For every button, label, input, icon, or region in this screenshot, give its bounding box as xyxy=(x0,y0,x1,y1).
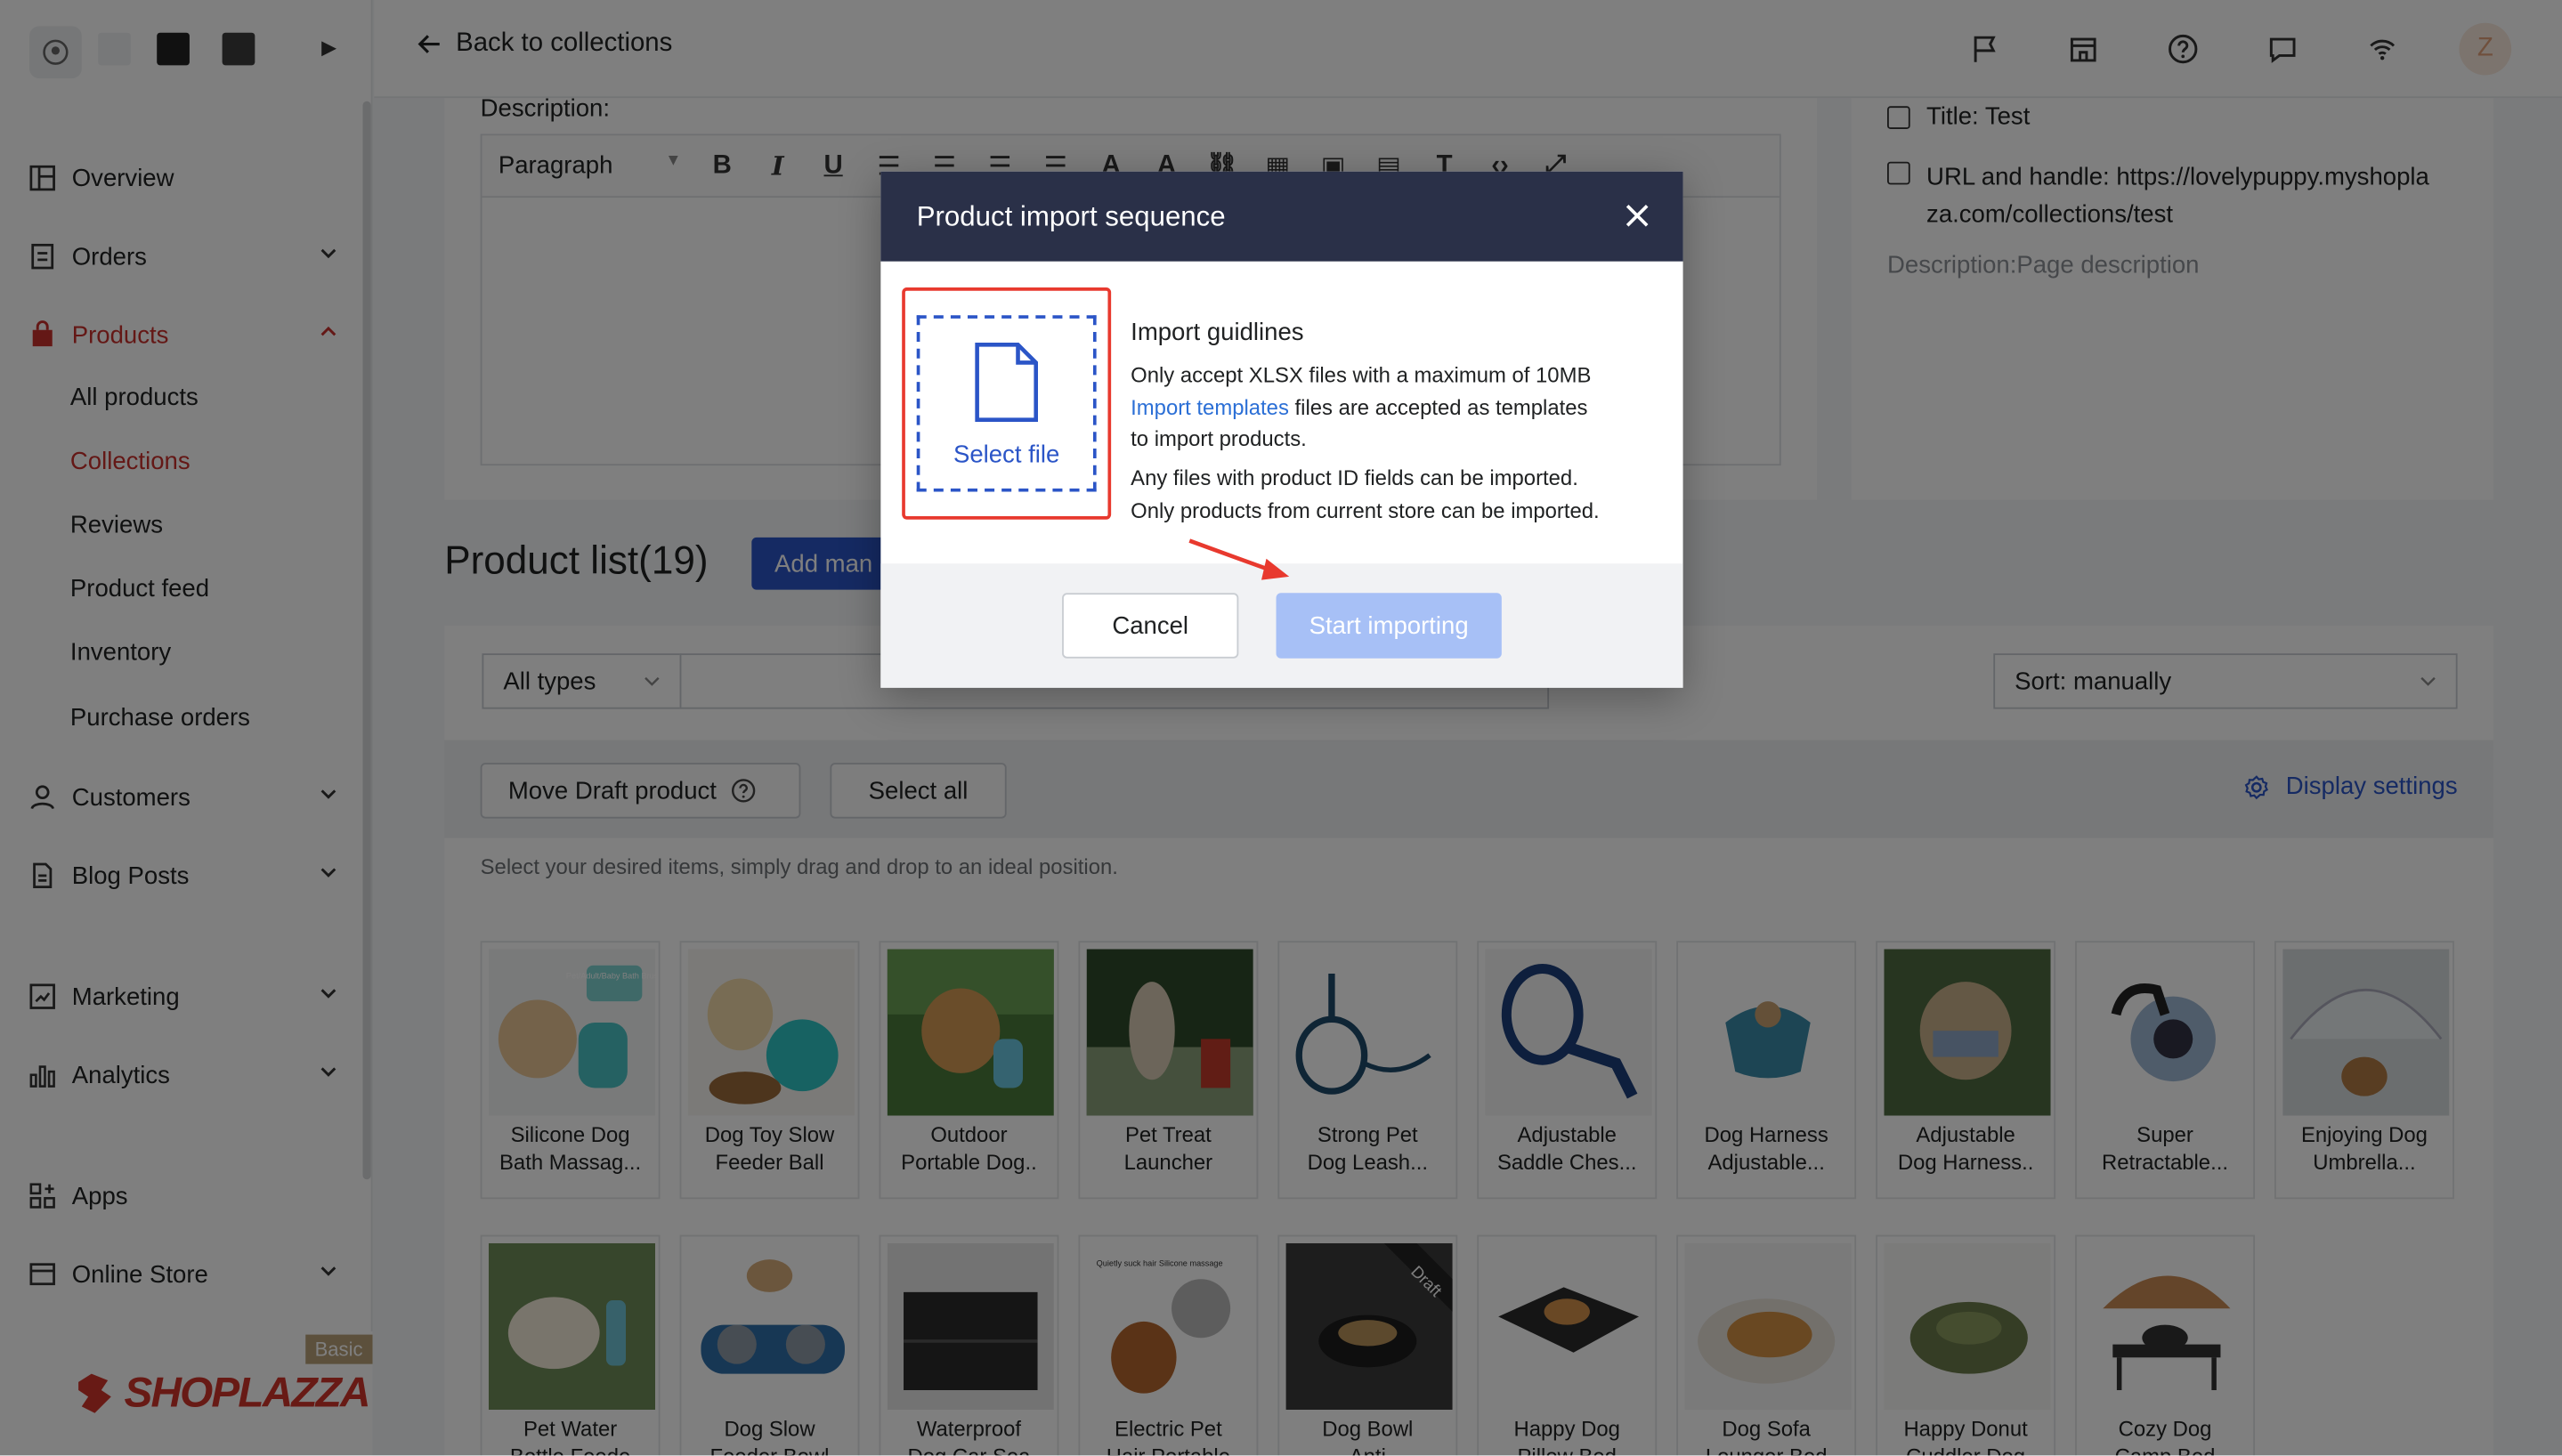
red-arrow-annotation xyxy=(1188,538,1290,580)
cancel-button[interactable]: Cancel xyxy=(1062,593,1239,659)
modal-title: Product import sequence xyxy=(916,199,1226,231)
select-file-dropzone[interactable]: Select file xyxy=(916,315,1097,492)
close-icon[interactable] xyxy=(1621,199,1654,232)
import-guide-line: Only accept XLSX files with a maximum of… xyxy=(1131,362,1592,388)
import-guide-line: Import templates files are accepted as t… xyxy=(1131,395,1588,420)
start-importing-button[interactable]: Start importing xyxy=(1276,593,1502,659)
file-icon xyxy=(975,342,1039,422)
app-root: ▶ Overview Orders Products All products … xyxy=(0,0,2562,1456)
import-guide-title: Import guidlines xyxy=(1131,318,1304,347)
import-guide-line: Any files with product ID fields can be … xyxy=(1131,465,1578,490)
import-guide-line: to import products. xyxy=(1131,426,1307,451)
select-file-label: Select file xyxy=(953,440,1060,468)
import-guide-line: Only products from current store can be … xyxy=(1131,497,1600,523)
modal-header: Product import sequence xyxy=(880,171,1683,262)
import-templates-link[interactable]: Import templates xyxy=(1131,395,1289,420)
product-import-modal: Product import sequence Select file Impo… xyxy=(880,171,1683,688)
